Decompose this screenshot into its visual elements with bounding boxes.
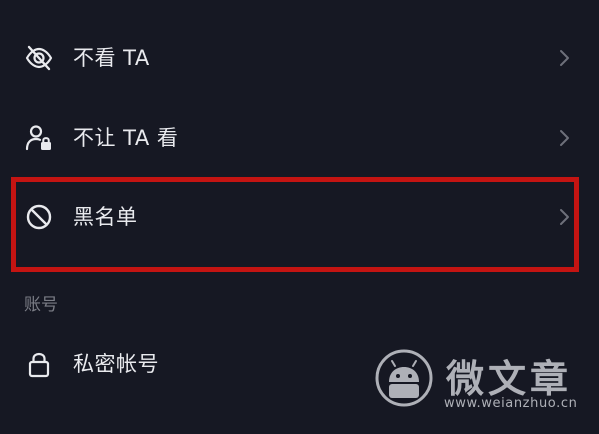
watermark-url: www.weianzhuo.cn [444, 396, 578, 411]
section-title-account: 账号 [24, 295, 58, 315]
android-logo-icon [375, 349, 433, 407]
lock-icon [28, 352, 50, 378]
chevron-right-icon [560, 130, 569, 146]
chevron-right-icon [560, 50, 569, 66]
eye-off-icon [25, 45, 53, 71]
settings-screen: 不看 TA 不让 TA 看 黑名单 账号 私密帐号 微文章 www.weianz… [0, 0, 599, 434]
row-label: 不让 TA 看 [73, 126, 179, 150]
watermark: 微文章 www.weianzhuo.cn [370, 344, 599, 424]
user-lock-icon [25, 125, 51, 151]
row-label: 不看 TA [73, 46, 150, 70]
highlight-annotation-box [11, 177, 579, 272]
row-dont-let-them-see[interactable]: 不让 TA 看 [0, 108, 599, 168]
watermark-name: 微文章 [446, 357, 573, 401]
row-label: 私密帐号 [73, 352, 159, 376]
row-dont-see-them[interactable]: 不看 TA [0, 28, 599, 88]
